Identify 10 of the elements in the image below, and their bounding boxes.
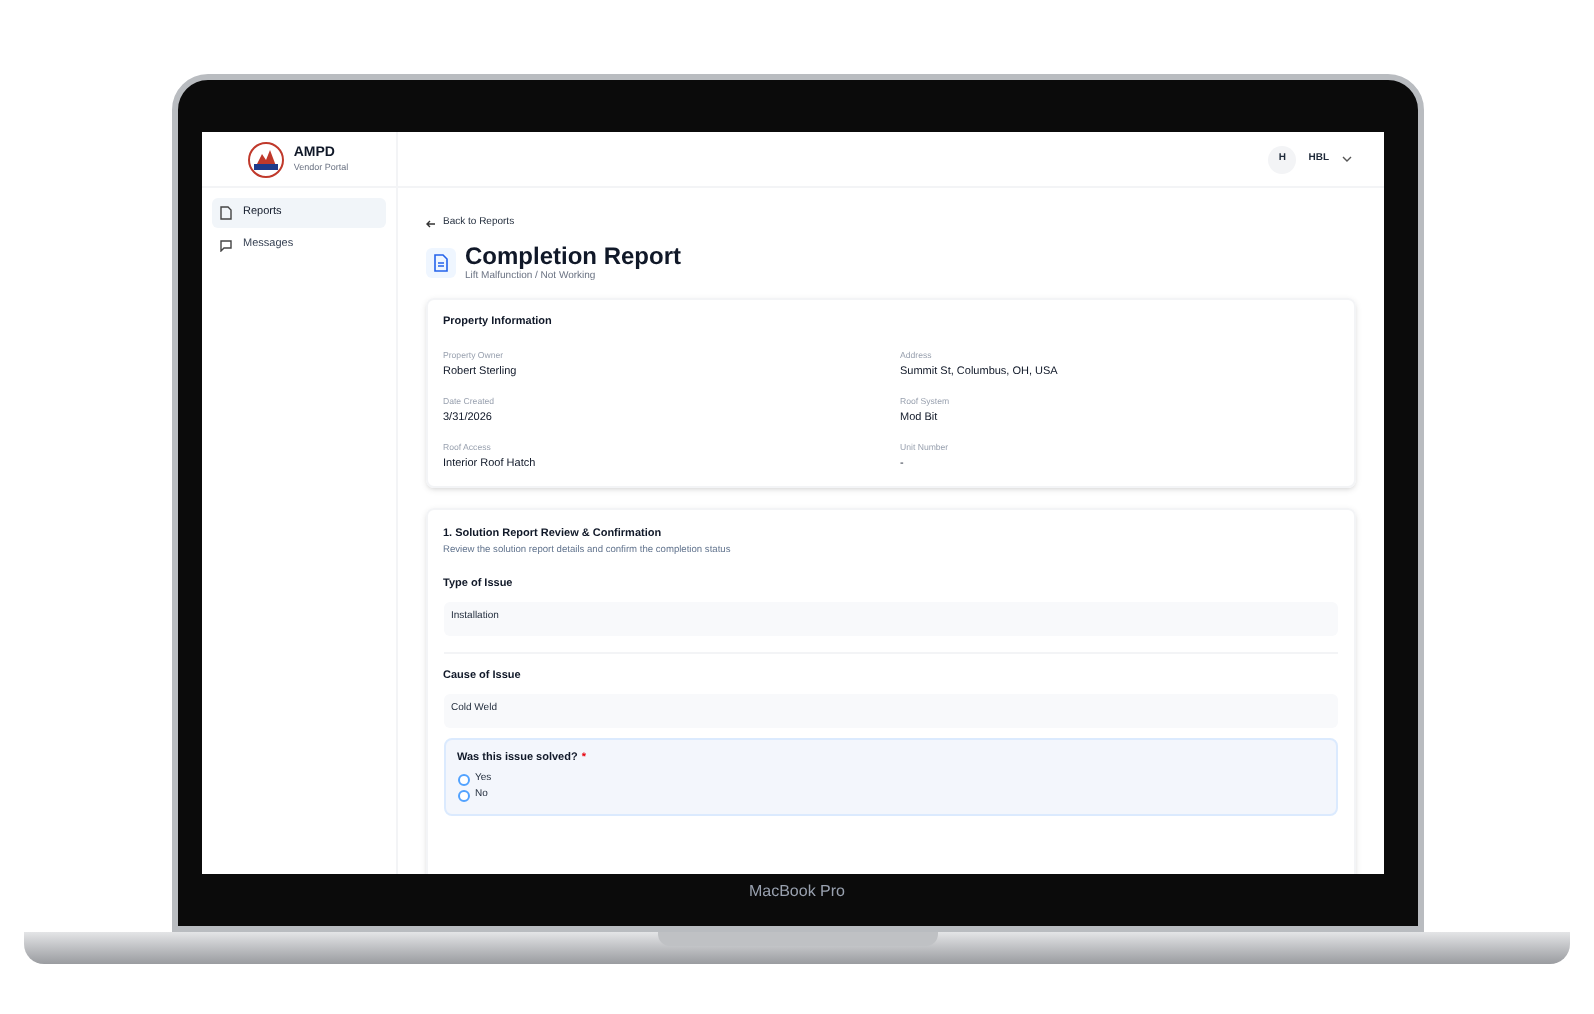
page-title: Completion Report — [465, 242, 681, 270]
chat-icon — [219, 239, 231, 251]
arrow-left-icon — [425, 220, 435, 228]
radio-button[interactable] — [457, 773, 469, 786]
document-icon — [219, 206, 231, 220]
device-label: MacBook Pro — [748, 882, 846, 902]
chevron-down-icon[interactable] — [1341, 156, 1351, 162]
document-icon — [425, 247, 455, 277]
logo-icon — [247, 141, 284, 177]
radio-button[interactable] — [457, 790, 469, 803]
